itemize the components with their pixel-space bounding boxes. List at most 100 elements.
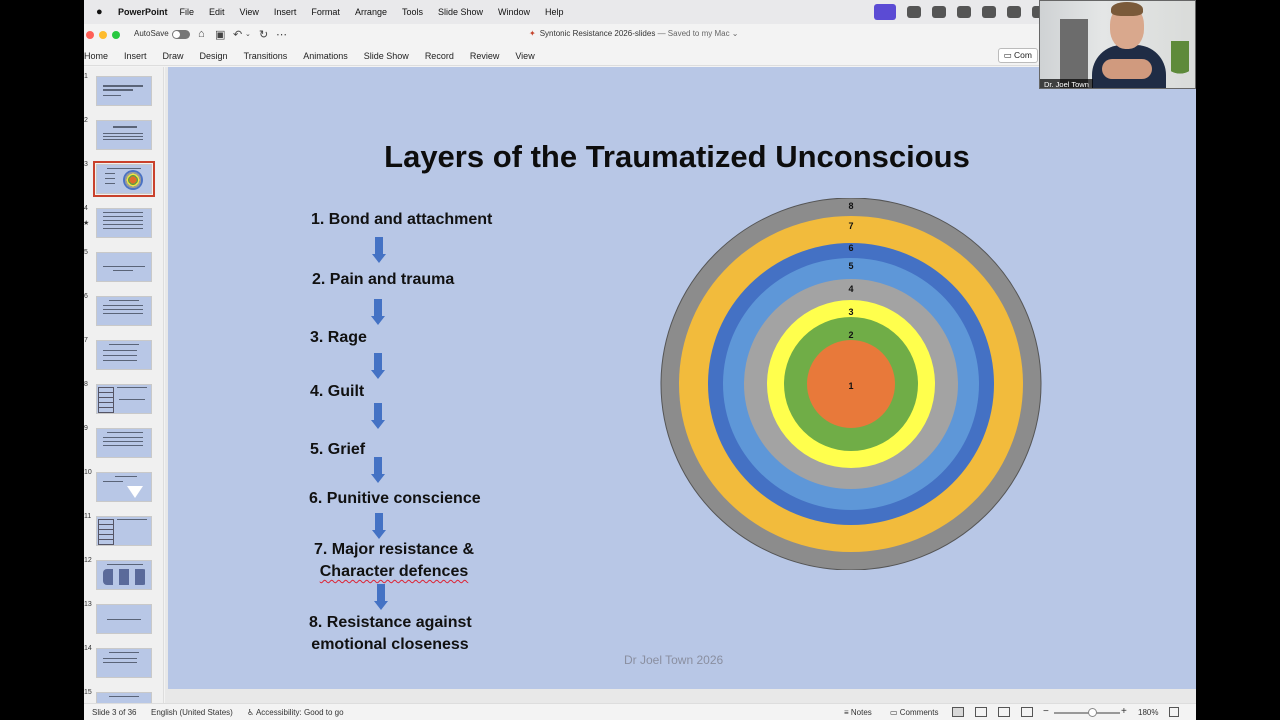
tab-home[interactable]: Home <box>84 51 108 61</box>
close-window-button[interactable] <box>86 31 94 39</box>
menu-help[interactable]: Help <box>545 7 564 17</box>
slide-sorter-icon[interactable] <box>975 707 987 717</box>
tab-record[interactable]: Record <box>425 51 454 61</box>
slide-thumbnail[interactable] <box>96 692 152 703</box>
layer-item-8[interactable]: 8. Resistance against emotional closenes… <box>309 612 472 656</box>
slide-thumbnail-selected[interactable] <box>93 161 155 197</box>
layer-ring-label-1: 1 <box>848 381 853 391</box>
menu-tools[interactable]: Tools <box>402 7 423 17</box>
tab-slide-show[interactable]: Slide Show <box>364 51 409 61</box>
layer-item-6[interactable]: 6. Punitive conscience <box>309 488 481 510</box>
layer-item-7[interactable]: 7. Major resistance & Character defences <box>310 539 478 583</box>
slide-thumbnail[interactable] <box>96 296 152 326</box>
thumbnail-row[interactable]: 10 <box>84 469 163 503</box>
menu-view[interactable]: View <box>240 7 259 17</box>
comments-status-button[interactable]: ▭ Comments <box>890 708 938 717</box>
slide-thumbnail[interactable] <box>96 560 152 590</box>
undo-icon[interactable]: ↶ <box>233 28 242 41</box>
slide-thumbnail[interactable] <box>96 252 152 282</box>
slide-thumbnail[interactable] <box>96 516 152 546</box>
slide-title[interactable]: Layers of the Traumatized Unconscious <box>168 139 1186 175</box>
thumbnail-row[interactable]: 12 <box>84 557 163 591</box>
slide-thumbnail[interactable] <box>96 120 152 150</box>
save-icon[interactable]: ▣ <box>215 28 225 41</box>
fit-to-window-icon[interactable] <box>1169 707 1179 717</box>
slide-thumbnail[interactable] <box>96 648 152 678</box>
apple-icon[interactable]: ● <box>96 6 110 18</box>
menu-slide-show[interactable]: Slide Show <box>438 7 483 17</box>
layer-item-4[interactable]: 4. Guilt <box>310 381 364 403</box>
menu-file[interactable]: File <box>180 7 195 17</box>
autosave-toggle[interactable] <box>172 30 190 39</box>
menu-insert[interactable]: Insert <box>274 7 297 17</box>
slide-thumbnail[interactable] <box>96 428 152 458</box>
tab-view[interactable]: View <box>515 51 534 61</box>
slideshow-view-icon[interactable] <box>1021 707 1033 717</box>
reading-view-icon[interactable] <box>998 707 1010 717</box>
layer-ring-label-8: 8 <box>848 201 853 211</box>
minimize-window-button[interactable] <box>99 31 107 39</box>
menu-window[interactable]: Window <box>498 7 530 17</box>
thumbnail-row[interactable]: 15 <box>84 689 163 703</box>
zoom-level[interactable]: 180% <box>1138 708 1158 717</box>
tab-review[interactable]: Review <box>470 51 500 61</box>
thumbnail-row[interactable]: 11 <box>84 513 163 547</box>
accessibility-indicator[interactable]: ♿ Accessibility: Good to go <box>247 708 344 717</box>
slide-thumbnail[interactable] <box>96 208 152 238</box>
zoom-slider-handle[interactable] <box>1088 708 1097 717</box>
notes-button[interactable]: ≡ Notes <box>844 708 872 717</box>
thumbnail-row[interactable]: 8 <box>84 381 163 415</box>
tab-animations[interactable]: Animations <box>303 51 348 61</box>
normal-view-icon[interactable] <box>952 707 964 717</box>
home-icon[interactable]: ⌂ <box>198 28 205 40</box>
zoom-window-button[interactable] <box>112 31 120 39</box>
tab-draw[interactable]: Draw <box>163 51 184 61</box>
slide-thumbnail[interactable] <box>96 384 152 414</box>
thumbnail-row[interactable]: 2 <box>84 117 163 151</box>
slide-thumbnail[interactable] <box>96 472 152 502</box>
concentric-layers-diagram[interactable]: 8 7 6 5 4 3 2 1 <box>658 198 1044 570</box>
status-app-icon[interactable] <box>982 6 996 18</box>
thumbnail-row[interactable]: 14 <box>84 645 163 679</box>
screen-share-icon[interactable] <box>874 4 896 20</box>
menu-arrange[interactable]: Arrange <box>355 7 387 17</box>
status-app-icon[interactable] <box>957 6 971 18</box>
thumbnail-row[interactable]: 5 <box>84 249 163 283</box>
thumbnail-row[interactable]: 1 <box>84 73 163 107</box>
layer-item-3[interactable]: 3. Rage <box>310 327 367 349</box>
more-icon[interactable]: ⋯ <box>276 28 287 41</box>
thumbnail-number: 3 <box>84 161 88 168</box>
app-menu[interactable]: PowerPoint <box>118 7 168 17</box>
zoom-out-icon[interactable]: − <box>1043 706 1049 717</box>
status-app-icon[interactable] <box>932 6 946 18</box>
thumbnail-row[interactable]: 4 ★ <box>84 205 163 239</box>
zoom-in-icon[interactable]: + <box>1121 706 1127 717</box>
slide-thumbnail[interactable] <box>96 76 152 106</box>
thumbnail-row[interactable]: 7 <box>84 337 163 371</box>
tab-transitions[interactable]: Transitions <box>244 51 288 61</box>
comments-button[interactable]: ▭ Com <box>997 48 1038 63</box>
thumbnail-row[interactable]: 13 <box>84 601 163 635</box>
undo-dropdown-icon[interactable]: ⌄ <box>245 30 251 38</box>
layer-item-5[interactable]: 5. Grief <box>310 439 365 461</box>
thumbnail-row[interactable]: 6 <box>84 293 163 327</box>
slide-thumbnail[interactable] <box>96 340 152 370</box>
language-indicator[interactable]: English (United States) <box>151 708 233 717</box>
zoom-slider[interactable] <box>1054 712 1120 714</box>
document-title[interactable]: ✦ Syntonic Resistance 2026-slides — Saved… <box>529 29 739 38</box>
slide-canvas[interactable]: Layers of the Traumatized Unconscious 1.… <box>168 67 1196 689</box>
redo-icon[interactable]: ↻ <box>259 28 268 41</box>
tab-insert[interactable]: Insert <box>124 51 147 61</box>
slide-thumbnail[interactable] <box>96 604 152 634</box>
layer-item-2[interactable]: 2. Pain and trauma <box>312 269 454 291</box>
thumbnail-row[interactable]: 9 <box>84 425 163 459</box>
tab-design[interactable]: Design <box>200 51 228 61</box>
layer-item-1[interactable]: 1. Bond and attachment <box>311 209 492 231</box>
status-app-icon[interactable] <box>907 6 921 18</box>
slide-thumbnail-pane: 1 2 3 4 ★ 5 6 7 8 <box>84 67 164 703</box>
battery-icon[interactable] <box>1007 6 1021 18</box>
menu-format[interactable]: Format <box>311 7 340 17</box>
menu-edit[interactable]: Edit <box>209 7 225 17</box>
webcam-name-label: Dr. Joel Town <box>1040 79 1093 88</box>
thumbnail-row[interactable]: 3 <box>84 161 163 197</box>
